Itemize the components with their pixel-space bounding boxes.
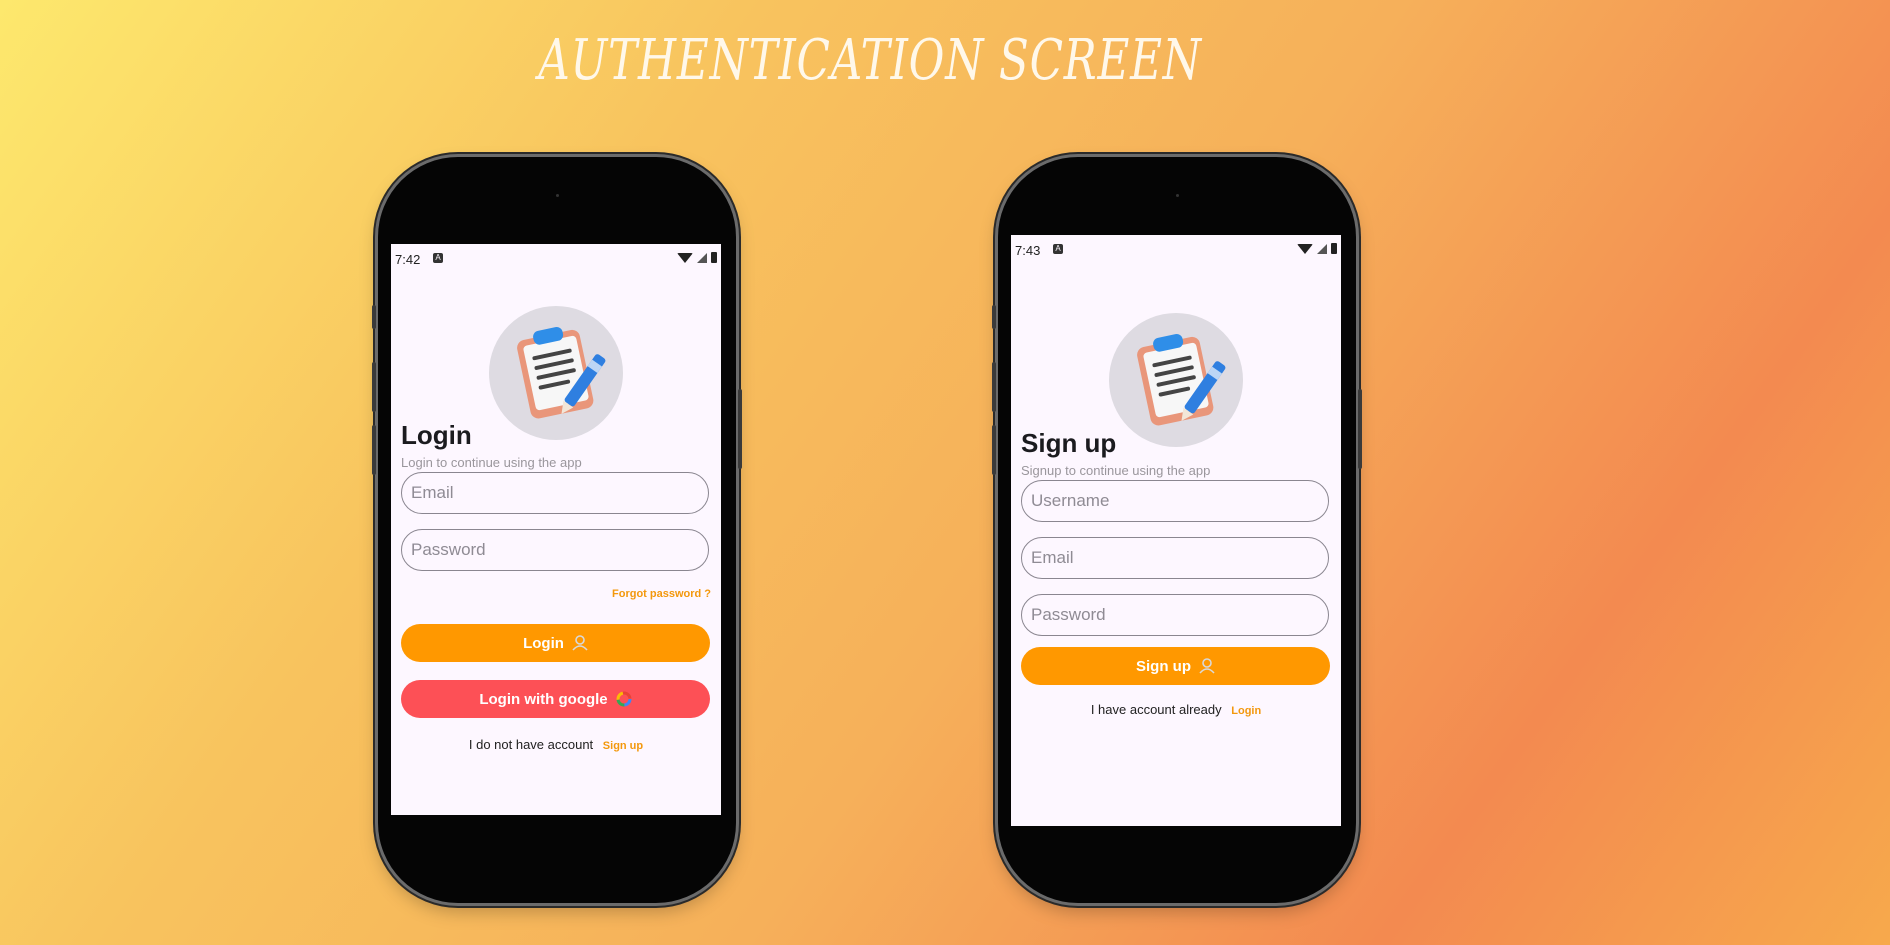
signup-footer-text: I have account already bbox=[1090, 702, 1222, 717]
user-icon bbox=[572, 635, 588, 651]
signal-icon bbox=[697, 252, 707, 263]
battery-icon bbox=[711, 252, 717, 263]
status-time: 7:43 bbox=[1015, 243, 1041, 258]
phone-side-button bbox=[992, 362, 996, 412]
username-field[interactable] bbox=[1021, 480, 1329, 522]
user-icon bbox=[1199, 658, 1215, 674]
page-title: AUTHENTICATION SCREEN bbox=[538, 28, 1202, 93]
wifi-icon bbox=[1297, 243, 1313, 254]
password-input[interactable] bbox=[1022, 595, 1328, 635]
signup-title: Sign up bbox=[1021, 428, 1117, 458]
email-field[interactable] bbox=[401, 472, 709, 514]
wifi-icon bbox=[677, 252, 693, 263]
clipboard-pen-icon bbox=[489, 306, 623, 440]
signup-screen: 7:43 A Sign up Signup to continue using … bbox=[1011, 235, 1341, 826]
phone-side-button bbox=[992, 425, 996, 475]
phone-side-button bbox=[992, 305, 996, 329]
battery-icon bbox=[1331, 243, 1337, 254]
password-field[interactable] bbox=[1021, 594, 1329, 636]
login-title: Login bbox=[401, 420, 472, 450]
phone-side-button bbox=[738, 389, 742, 469]
google-login-button[interactable]: Login with google bbox=[401, 680, 710, 718]
email-field[interactable] bbox=[1021, 537, 1329, 579]
signal-icon bbox=[1317, 243, 1327, 254]
login-screen: 7:42 A Login Login to continue using the… bbox=[391, 244, 721, 815]
signup-phone-frame: 7:43 A Sign up Signup to continue using … bbox=[992, 157, 1362, 903]
google-icon bbox=[616, 691, 632, 707]
camera-dot bbox=[1176, 194, 1179, 197]
forgot-password-link[interactable]: Forgot password ? bbox=[612, 588, 711, 600]
phone-side-button bbox=[372, 362, 376, 412]
login-button[interactable]: Login bbox=[401, 624, 710, 662]
email-input[interactable] bbox=[1022, 538, 1328, 578]
status-time: 7:42 bbox=[395, 252, 421, 267]
google-button-label: Login with google bbox=[479, 690, 608, 708]
login-footer: I do not have account Sign up bbox=[391, 737, 721, 752]
login-footer-text: I do not have account bbox=[468, 737, 594, 752]
username-input[interactable] bbox=[1022, 481, 1328, 521]
camera-dot bbox=[556, 194, 559, 197]
notification-icon: A bbox=[433, 253, 443, 263]
password-input[interactable] bbox=[402, 530, 708, 570]
login-phone-frame: 7:42 A Login Login to continue using the… bbox=[372, 157, 742, 903]
login-subtitle: Login to continue using the app bbox=[401, 455, 582, 470]
notification-icon: A bbox=[1053, 244, 1063, 254]
phone-side-button bbox=[372, 425, 376, 475]
signup-subtitle: Signup to continue using the app bbox=[1021, 463, 1211, 478]
signup-button-label: Sign up bbox=[1136, 657, 1191, 675]
phone-side-button bbox=[1358, 389, 1362, 469]
login-link[interactable]: Login bbox=[1231, 705, 1261, 717]
status-bar: 7:43 A bbox=[1015, 243, 1337, 259]
signup-link[interactable]: Sign up bbox=[603, 740, 643, 752]
phone-side-button bbox=[372, 305, 376, 329]
signup-footer: I have account already Login bbox=[1011, 702, 1341, 717]
login-button-label: Login bbox=[523, 634, 564, 652]
password-field[interactable] bbox=[401, 529, 709, 571]
signup-button[interactable]: Sign up bbox=[1021, 647, 1330, 685]
email-input[interactable] bbox=[402, 473, 708, 513]
status-bar: 7:42 A bbox=[395, 252, 717, 268]
clipboard-pen-icon bbox=[1109, 313, 1243, 447]
